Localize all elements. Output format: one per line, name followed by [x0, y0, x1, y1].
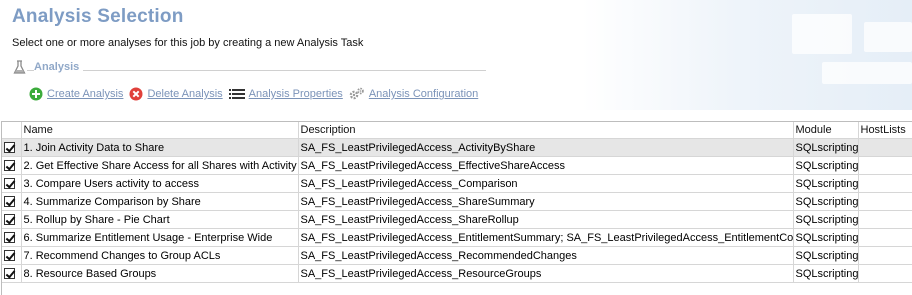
- row-checkbox-cell: [2, 174, 22, 193]
- analysis-configuration-label: Analysis Configuration: [368, 88, 479, 100]
- row-hostlists: [858, 246, 912, 265]
- section-title: Analysis: [34, 61, 84, 73]
- row-hostlists: [858, 156, 912, 175]
- row-checkbox-cell: [2, 210, 22, 229]
- table-row[interactable]: 6. Summarize Entitlement Usage - Enterpr…: [2, 228, 912, 247]
- row-description: SA_FS_LeastPrivilegedAccess_Comparison: [298, 174, 794, 193]
- flask-icon: [12, 59, 27, 78]
- row-module: SQLscripting: [793, 264, 859, 283]
- row-name: 3. Compare Users activity to access: [21, 174, 299, 193]
- row-hostlists: [858, 264, 912, 283]
- row-module: SQLscripting: [793, 156, 859, 175]
- column-header-module[interactable]: Module: [793, 122, 859, 139]
- analysis-grid: Name Description Module HostLists 1. Joi…: [1, 121, 912, 295]
- delete-circle-icon: [129, 87, 147, 101]
- row-checkbox[interactable]: [4, 214, 15, 226]
- table-row[interactable]: 1. Join Activity Data to Share SA_FS_Lea…: [2, 138, 912, 157]
- row-module: SQLscripting: [793, 138, 859, 157]
- row-module: SQLscripting: [793, 192, 859, 211]
- row-checkbox[interactable]: [4, 160, 15, 172]
- analysis-properties-button[interactable]: Analysis Properties: [228, 88, 343, 101]
- create-analysis-label: Create Analysis: [47, 88, 124, 100]
- page-subtitle: Select one or more analyses for this job…: [12, 37, 364, 49]
- list-icon: [228, 88, 249, 101]
- row-module: SQLscripting: [793, 174, 859, 193]
- row-checkbox-cell: [2, 228, 22, 247]
- table-row[interactable]: 7. Recommend Changes to Group ACLs SA_FS…: [2, 246, 912, 265]
- analysis-table: Name Description Module HostLists 1. Joi…: [2, 122, 912, 283]
- analysis-toolbar: Create Analysis Delete Analysis Analysis…: [29, 86, 484, 102]
- analysis-configuration-button[interactable]: Analysis Configuration: [349, 87, 478, 101]
- column-header-description[interactable]: Description: [298, 122, 794, 139]
- row-checkbox[interactable]: [4, 250, 15, 262]
- row-checkbox[interactable]: [4, 196, 15, 208]
- row-module: SQLscripting: [793, 210, 859, 229]
- row-checkbox[interactable]: [4, 268, 15, 280]
- row-description: SA_FS_LeastPrivilegedAccess_ShareRollup: [298, 210, 794, 229]
- row-module: SQLscripting: [793, 246, 859, 265]
- row-name: 1. Join Activity Data to Share: [21, 138, 299, 157]
- create-analysis-button[interactable]: Create Analysis: [29, 87, 123, 101]
- row-description: SA_FS_LeastPrivilegedAccess_ShareSummary: [298, 192, 794, 211]
- table-row[interactable]: 5. Rollup by Share - Pie Chart SA_FS_Lea…: [2, 210, 912, 229]
- table-row[interactable]: 8. Resource Based Groups SA_FS_LeastPriv…: [2, 264, 912, 283]
- table-header-row: Name Description Module HostLists: [2, 122, 912, 139]
- row-checkbox[interactable]: [4, 142, 15, 154]
- column-header-name[interactable]: Name: [21, 122, 299, 139]
- row-checkbox[interactable]: [4, 232, 15, 244]
- table-row[interactable]: 2. Get Effective Share Access for all Sh…: [2, 156, 912, 175]
- row-hostlists: [858, 174, 912, 193]
- analysis-section-header: Analysis: [12, 58, 486, 78]
- table-row[interactable]: 3. Compare Users activity to access SA_F…: [2, 174, 912, 193]
- row-hostlists: [858, 210, 912, 229]
- page-title: Analysis Selection: [12, 6, 184, 27]
- column-header-hostlists[interactable]: HostLists: [858, 122, 912, 139]
- row-hostlists: [858, 138, 912, 157]
- row-hostlists: [858, 228, 912, 247]
- row-checkbox-cell: [2, 246, 22, 265]
- row-hostlists: [858, 192, 912, 211]
- row-description: SA_FS_LeastPrivilegedAccess_ActivityBySh…: [298, 138, 794, 157]
- add-circle-icon: [29, 87, 47, 101]
- row-checkbox-cell: [2, 264, 22, 283]
- row-description: SA_FS_LeastPrivilegedAccess_ResourceGrou…: [298, 264, 794, 283]
- row-name: 6. Summarize Entitlement Usage - Enterpr…: [21, 228, 299, 247]
- row-checkbox-cell: [2, 138, 22, 157]
- table-row[interactable]: 4. Summarize Comparison by Share SA_FS_L…: [2, 192, 912, 211]
- delete-analysis-button[interactable]: Delete Analysis: [129, 87, 223, 101]
- row-description: SA_FS_LeastPrivilegedAccess_EffectiveSha…: [298, 156, 794, 175]
- delete-analysis-label: Delete Analysis: [147, 88, 223, 100]
- row-checkbox-cell: [2, 156, 22, 175]
- row-checkbox-cell: [2, 192, 22, 211]
- header-background-art: [582, 0, 912, 110]
- row-description: SA_FS_LeastPrivilegedAccess_RecommendedC…: [298, 246, 794, 265]
- gears-icon: [349, 87, 369, 101]
- row-checkbox[interactable]: [4, 178, 15, 190]
- column-header-checkbox: [2, 122, 22, 139]
- analysis-properties-label: Analysis Properties: [248, 88, 343, 100]
- row-name: 2. Get Effective Share Access for all Sh…: [21, 156, 299, 175]
- row-name: 8. Resource Based Groups: [21, 264, 299, 283]
- row-name: 7. Recommend Changes to Group ACLs: [21, 246, 299, 265]
- row-module: SQLscripting: [793, 228, 859, 247]
- row-name: 4. Summarize Comparison by Share: [21, 192, 299, 211]
- row-description: SA_FS_LeastPrivilegedAccess_EntitlementS…: [298, 228, 794, 247]
- row-name: 5. Rollup by Share - Pie Chart: [21, 210, 299, 229]
